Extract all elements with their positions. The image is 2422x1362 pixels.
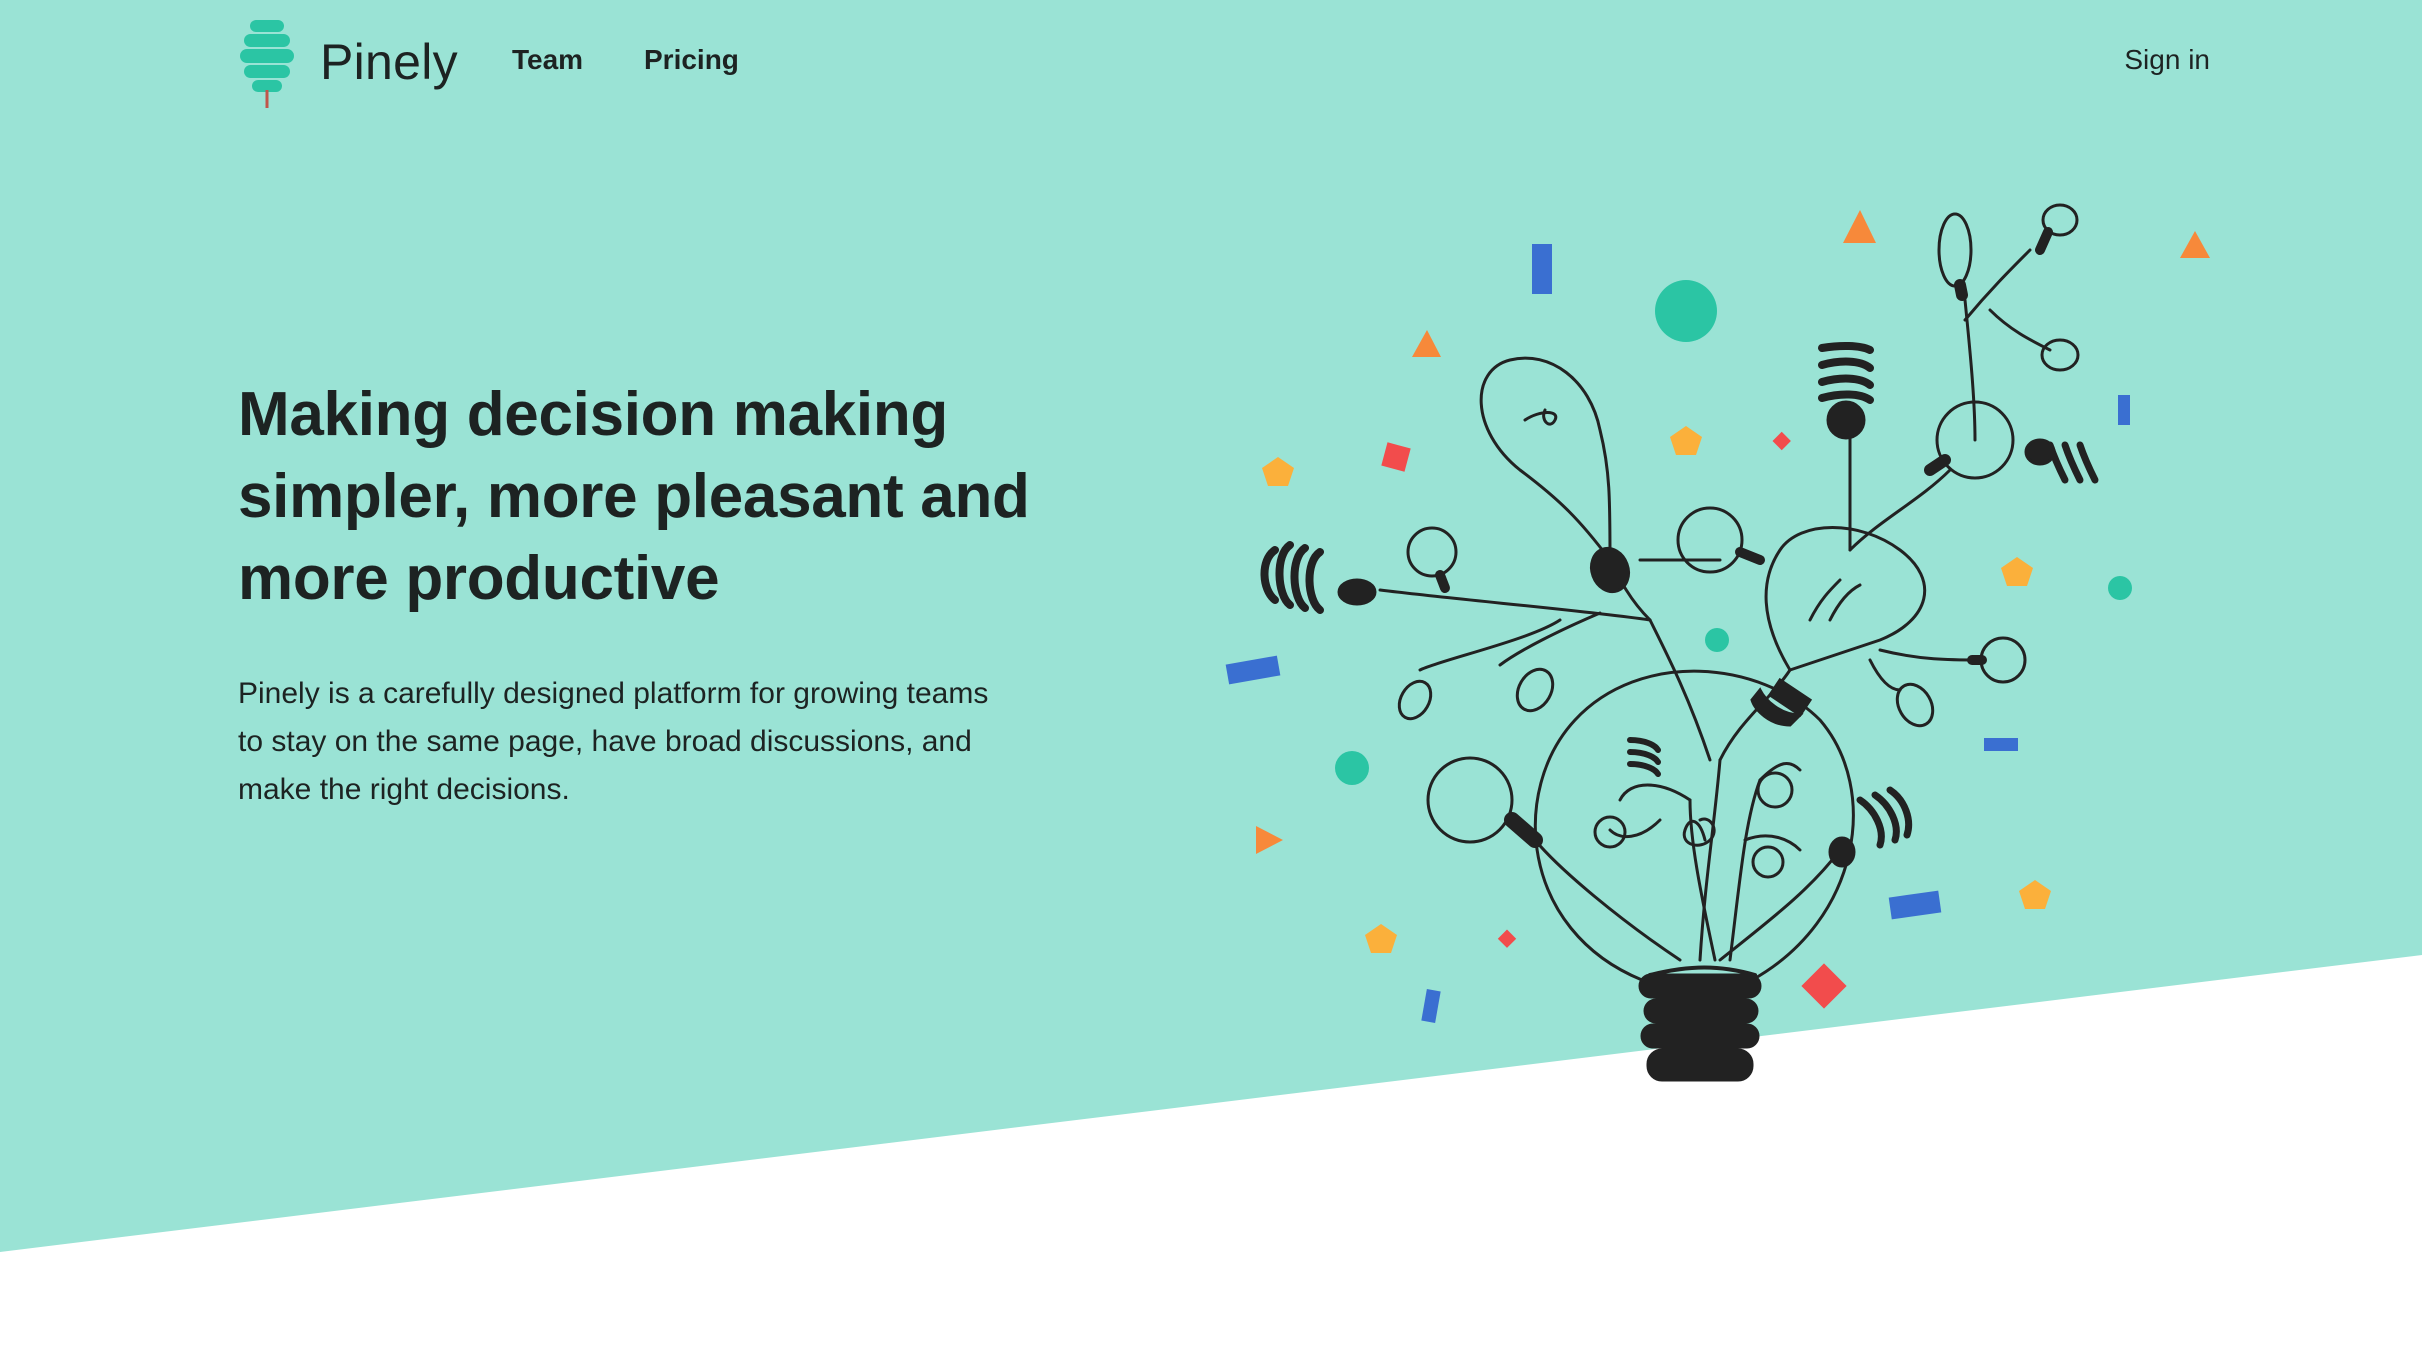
sign-in-link[interactable]: Sign in bbox=[2124, 44, 2210, 76]
brand-home-link[interactable]: Pinely bbox=[238, 18, 458, 110]
nav-link-team[interactable]: Team bbox=[512, 44, 583, 76]
pine-tree-logo-icon bbox=[240, 20, 294, 108]
top-navigation: Pinely Team Pricing Sign in bbox=[0, 0, 2422, 130]
hero-description: Pinely is a carefully designed platform … bbox=[238, 677, 989, 806]
hero-title: Making decision making simpler, more ple… bbox=[238, 380, 1030, 613]
lightbulb-ideas-illustration bbox=[1225, 203, 2210, 1082]
hero-content: Making decision making simpler, more ple… bbox=[238, 374, 1038, 814]
brand-name: Pinely bbox=[320, 34, 458, 90]
confetti-shapes bbox=[1225, 210, 2210, 1023]
landing-page: Pinely Team Pricing Sign in Making decis… bbox=[0, 0, 2422, 1362]
nav-link-pricing[interactable]: Pricing bbox=[644, 44, 739, 76]
